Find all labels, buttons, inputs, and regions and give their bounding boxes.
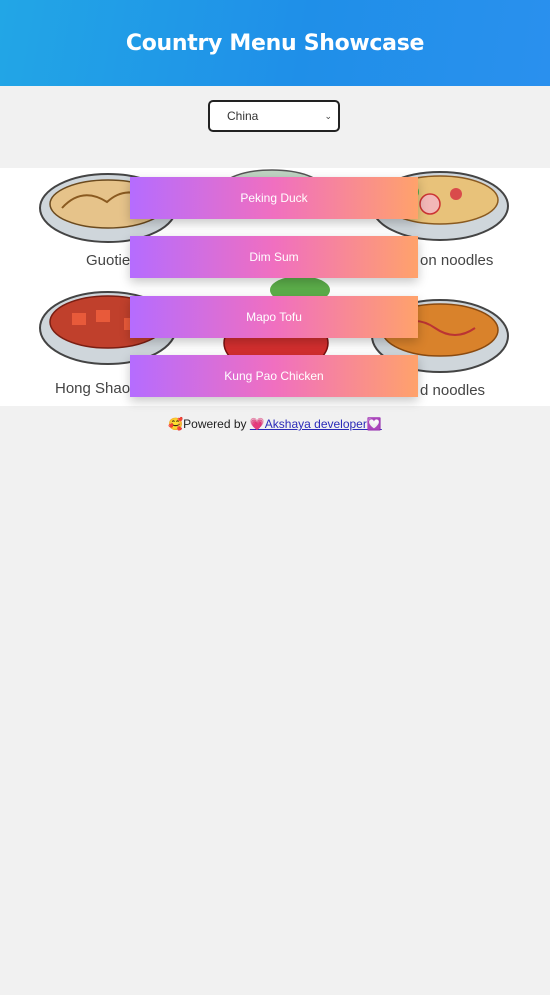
page-title: Country Menu Showcase <box>125 30 425 56</box>
banner-label-noodles-bottom: d noodles <box>420 382 485 399</box>
dish-button-label: Kung Pao Chicken <box>224 369 324 383</box>
dish-button-kung-pao-chicken[interactable]: Kung Pao Chicken <box>130 355 418 397</box>
country-select-value: China <box>227 109 259 123</box>
banner-label-hong-shao: Hong Shao <box>55 380 130 397</box>
smiling-hearts-icon: 🥰 <box>168 417 184 431</box>
dish-button-label: Mapo Tofu <box>246 310 302 324</box>
developer-link[interactable]: 💗Akshaya developer💟 <box>250 417 382 431</box>
footer-text: Powered by <box>183 417 250 431</box>
dish-button-peking-duck[interactable]: Peking Duck <box>130 177 418 219</box>
banner-label-noodles-top: on noodles <box>420 252 493 269</box>
footer-credit: 🥰Powered by 💗Akshaya developer💟 <box>0 417 550 431</box>
dish-button-label: Dim Sum <box>249 250 299 264</box>
dish-button-label: Peking Duck <box>240 191 308 205</box>
dish-button-dim-sum[interactable]: Dim Sum <box>130 236 418 278</box>
app-header: Country Menu Showcase <box>0 0 550 86</box>
country-select[interactable]: China ⌄ <box>208 100 340 132</box>
banner-label-guotie: Guotie <box>86 252 130 269</box>
dish-button-mapo-tofu[interactable]: Mapo Tofu <box>130 296 418 338</box>
country-selector[interactable]: China ⌄ <box>208 100 340 132</box>
chevron-down-icon: ⌄ <box>324 111 332 121</box>
